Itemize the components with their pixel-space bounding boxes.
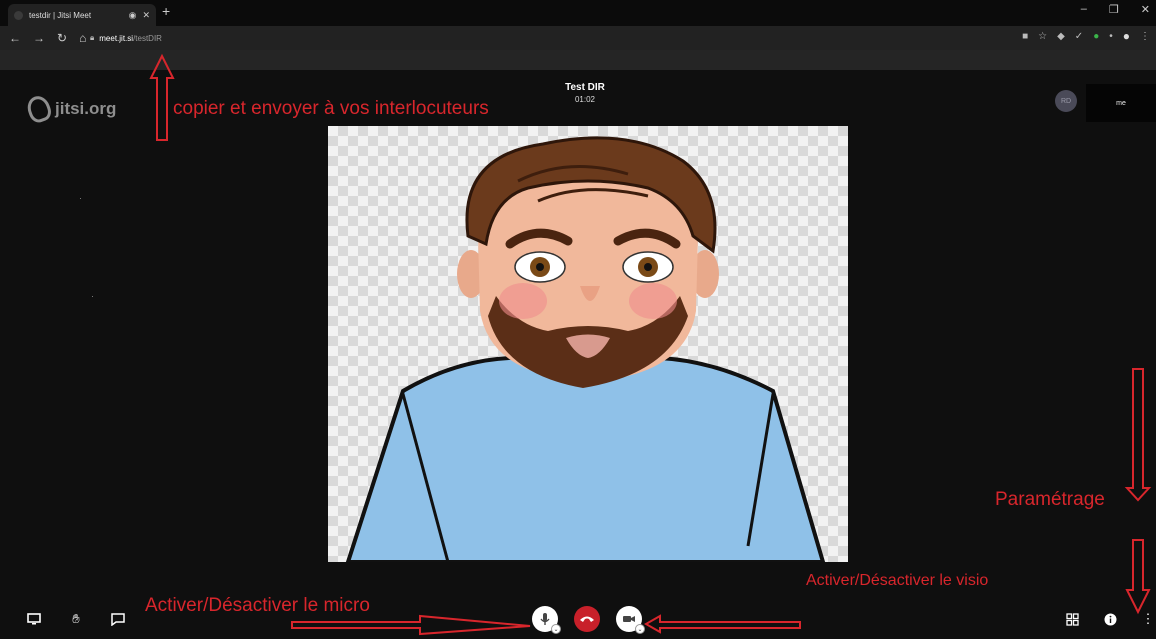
close-window-icon[interactable]: ✕ bbox=[1141, 3, 1150, 16]
reload-icon[interactable]: ↻ bbox=[57, 31, 67, 45]
favicon-icon bbox=[14, 10, 23, 20]
url-host: meet.jit.si bbox=[99, 33, 134, 43]
conference-timer: 01:02 bbox=[574, 95, 596, 104]
tile-view-button[interactable] bbox=[1062, 609, 1082, 629]
minimize-icon[interactable]: – bbox=[1081, 3, 1087, 16]
tab-title: testdir | Jitsi Meet bbox=[29, 10, 92, 20]
info-icon bbox=[1104, 613, 1116, 625]
pen-icon[interactable]: ✓ bbox=[1075, 31, 1083, 42]
star-dot bbox=[92, 296, 93, 297]
browser-tab[interactable]: testdir | Jitsi Meet ◉ ✕ bbox=[8, 4, 156, 26]
raise-hand-button[interactable]: ✋︎ bbox=[66, 609, 86, 629]
chat-button[interactable] bbox=[108, 609, 128, 629]
more-options-icon: ⋮ bbox=[1141, 611, 1155, 626]
extension-green-icon[interactable]: ● bbox=[1093, 31, 1099, 42]
local-video-thumbnail[interactable]: me bbox=[1086, 84, 1156, 122]
conference-name: Test DIR bbox=[565, 82, 605, 93]
recording-dot-icon: ◉ bbox=[128, 9, 137, 20]
browser-tab-bar: testdir | Jitsi Meet ◉ ✕ + – ❐ ✕ bbox=[0, 0, 1156, 27]
bookmarks-bar bbox=[0, 50, 1156, 70]
microphone-button[interactable]: ⌄ bbox=[532, 606, 561, 634]
hangup-icon bbox=[580, 616, 594, 622]
camera-button[interactable]: ⌄ bbox=[616, 606, 645, 634]
conference-header: Test DIR 01:02 bbox=[540, 82, 630, 104]
more-options-button[interactable]: ⋮ bbox=[1138, 609, 1156, 629]
close-tab-icon[interactable]: ✕ bbox=[142, 10, 150, 21]
participant-avatar[interactable]: RD bbox=[1055, 90, 1077, 112]
address-bar: ← → ↻ ⌂ 🔒︎ meet.jit.si/testDIR ■ ☆ ◆ ✓ ●… bbox=[0, 26, 1156, 50]
microphone-icon bbox=[540, 613, 550, 625]
forward-icon[interactable]: → bbox=[33, 31, 45, 45]
raise-hand-icon: ✋︎ bbox=[72, 611, 80, 626]
profile-icon[interactable]: ● bbox=[1123, 30, 1130, 42]
browser-menu-icon[interactable]: ⋮ bbox=[1140, 31, 1150, 42]
chevron-down-icon[interactable]: ⌄ bbox=[635, 624, 645, 634]
back-icon[interactable]: ← bbox=[9, 31, 21, 45]
url-path: /testDIR bbox=[133, 33, 162, 43]
annotation-toggle-mic: Activer/Désactiver le micro bbox=[145, 595, 370, 616]
annotation-toggle-video: Activer/Désactiver le visio bbox=[806, 572, 989, 589]
extension-color-icon[interactable]: • bbox=[1109, 31, 1113, 42]
jitsi-logo-icon bbox=[24, 93, 54, 125]
chat-icon bbox=[111, 612, 125, 626]
hangup-button[interactable] bbox=[574, 606, 600, 632]
camera-permission-icon[interactable]: ■ bbox=[1022, 31, 1028, 42]
camera-icon bbox=[623, 616, 635, 622]
lock-icon: 🔒︎ bbox=[90, 33, 95, 42]
info-button[interactable] bbox=[1100, 609, 1120, 629]
window-controls: – ❐ ✕ bbox=[1081, 3, 1150, 16]
toolbar-center: ⌄ ⌄ bbox=[532, 606, 645, 634]
new-tab-icon[interactable]: + bbox=[162, 3, 170, 19]
tile-view-icon bbox=[1065, 612, 1079, 626]
star-dot bbox=[80, 198, 81, 199]
home-icon[interactable]: ⌂ bbox=[79, 31, 86, 45]
avatar-illustration bbox=[345, 136, 826, 562]
bookmark-star-icon[interactable]: ☆ bbox=[1038, 31, 1047, 42]
extension-icons: ■ ☆ ◆ ✓ ● • ● ⋮ bbox=[1022, 30, 1150, 42]
jitsi-logo[interactable]: jitsi.org bbox=[24, 93, 117, 125]
url-field[interactable]: 🔒︎ meet.jit.si/testDIR bbox=[90, 30, 990, 46]
annotation-settings: Paramétrage bbox=[995, 489, 1105, 510]
large-video bbox=[328, 126, 848, 562]
local-label: me bbox=[1116, 99, 1126, 107]
extension-icon[interactable]: ◆ bbox=[1057, 31, 1065, 42]
logo-text: jitsi.org bbox=[55, 99, 117, 118]
screen-share-icon bbox=[27, 613, 41, 625]
annotation-copy-link: copier et envoyer à vos interlocuteurs bbox=[173, 98, 489, 119]
toolbar-left: ✋︎ bbox=[24, 609, 128, 629]
meeting-area: jitsi.org Test DIR 01:02 RD me copier et… bbox=[0, 70, 1156, 639]
maximize-icon[interactable]: ❐ bbox=[1109, 3, 1119, 16]
toolbar-right: ⋮ bbox=[1062, 609, 1156, 629]
chevron-down-icon[interactable]: ⌄ bbox=[551, 624, 561, 634]
nav-buttons: ← → ↻ ⌂ bbox=[9, 31, 86, 45]
screen-share-button[interactable] bbox=[24, 609, 44, 629]
